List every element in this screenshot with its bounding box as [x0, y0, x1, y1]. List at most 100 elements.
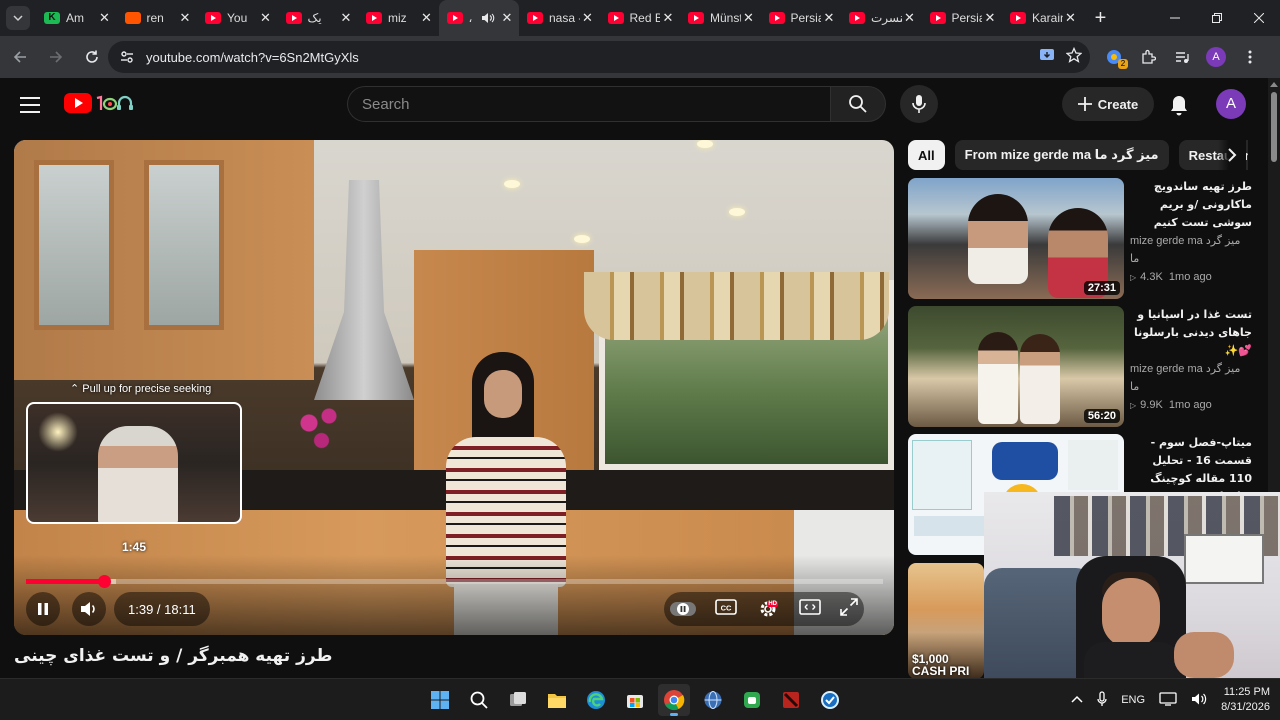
recommendation-title[interactable]: تست غذا در اسپانیا و جاهای دیدنی بارسلون… [1130, 306, 1252, 360]
site-info-button[interactable] [112, 49, 142, 65]
tab-close-icon[interactable]: ✕ [902, 10, 918, 26]
autoplay-toggle[interactable] [670, 602, 696, 616]
app-button-check[interactable] [814, 684, 846, 716]
tab-close-icon[interactable]: ✕ [177, 10, 193, 26]
tab-close-icon[interactable]: ✕ [258, 10, 274, 26]
tab-close-icon[interactable]: ✕ [982, 10, 998, 26]
app-button-red[interactable] [775, 684, 807, 716]
chrome-button[interactable] [658, 684, 690, 716]
edge-button[interactable] [580, 684, 612, 716]
channel-name[interactable]: mize gerde ma میز گرد ما [1130, 232, 1252, 268]
tab-close-icon[interactable]: ✕ [499, 10, 515, 26]
tab-close-icon[interactable]: ✕ [1063, 10, 1079, 26]
browser-tab[interactable]: ، ✕ [438, 0, 519, 36]
recommendation-item[interactable]: 56:20 تست غذا در اسپانیا و جاهای دیدنی ب… [908, 306, 1258, 428]
channel-name[interactable]: mize gerde ma میز گرد ما [1130, 360, 1252, 396]
network-button[interactable] [1159, 691, 1177, 709]
browser-tab[interactable]: Karaind✕ [1002, 0, 1083, 36]
create-button[interactable]: Create [1062, 87, 1154, 121]
microphone-tray-button[interactable] [1097, 690, 1107, 710]
volume-tray-button[interactable] [1191, 692, 1207, 709]
filter-chip[interactable]: From mize gerde ma میز گرد ما [954, 140, 1169, 170]
new-tab-button[interactable]: + [1087, 4, 1115, 32]
profile-button[interactable]: A [1202, 43, 1230, 71]
reload-button[interactable] [76, 41, 108, 73]
voice-search-button[interactable] [900, 85, 938, 123]
video-thumbnail[interactable]: $1,000 CASH PRI [908, 563, 984, 679]
chips-next-button[interactable] [1218, 140, 1246, 170]
notifications-button[interactable] [1164, 90, 1194, 120]
tab-close-icon[interactable]: ✕ [660, 10, 676, 26]
browser-tab[interactable]: Persian✕ [922, 0, 1003, 36]
taskbar-search-button[interactable] [463, 684, 495, 716]
browser-tab[interactable]: You ✕ [197, 0, 278, 36]
guide-menu-button[interactable] [18, 94, 42, 116]
browser-tab[interactable]: کنسرت✕ [841, 0, 922, 36]
browser-tab[interactable]: K Am ✕ [36, 0, 117, 36]
recommendation-title[interactable]: طرز تهیه ساندویچ ماکارونی /و بریم سوشی ت… [1130, 178, 1252, 232]
task-view-button[interactable] [502, 684, 534, 716]
start-button[interactable] [424, 684, 456, 716]
search-button[interactable] [830, 86, 886, 122]
forward-button[interactable] [40, 41, 72, 73]
store-button[interactable] [619, 684, 651, 716]
back-button[interactable] [4, 41, 36, 73]
pause-button[interactable] [26, 592, 60, 626]
closed-captions-icon: CC [715, 598, 737, 615]
tab-close-icon[interactable]: ✕ [741, 10, 757, 26]
clock[interactable]: 11:25 PM 8/31/2026 [1221, 685, 1270, 715]
tab-audio-playing-icon[interactable] [481, 12, 495, 24]
search-icon [470, 691, 488, 709]
app-button-globe[interactable] [697, 684, 729, 716]
browser-tab[interactable]: miz ✕ [358, 0, 439, 36]
extensions-menu-button[interactable] [1134, 43, 1162, 71]
theater-mode-button[interactable] [799, 598, 821, 620]
search-input[interactable] [348, 87, 830, 121]
mute-button[interactable] [72, 592, 106, 626]
video-thumbnail[interactable]: 56:20 [908, 306, 1124, 427]
browser-tab[interactable]: Persian✕ [761, 0, 842, 36]
minimize-button[interactable] [1154, 0, 1196, 36]
file-explorer-button[interactable] [541, 684, 573, 716]
install-app-icon[interactable] [1038, 46, 1056, 69]
hidden-icons-button[interactable] [1071, 694, 1083, 706]
address-bar[interactable]: youtube.com/watch?v=6Sn2MtGyXls [108, 41, 1090, 73]
scrubber-handle[interactable] [97, 575, 111, 588]
app-button-green[interactable] [736, 684, 768, 716]
account-avatar[interactable]: A [1216, 89, 1246, 119]
scrollbar-thumb[interactable] [1271, 92, 1277, 162]
recommendation-item[interactable]: 27:31 طرز تهیه ساندویچ ماکارونی /و بریم … [908, 178, 1258, 300]
tab-close-icon[interactable]: ✕ [97, 10, 113, 26]
task-view-icon [510, 692, 526, 706]
fullscreen-button[interactable] [840, 597, 858, 621]
browser-tab[interactable]: Red Bul✕ [600, 0, 681, 36]
browser-menu-button[interactable] [1236, 43, 1264, 71]
browser-tab[interactable]: ren ✕ [117, 0, 198, 36]
media-control-button[interactable] [1168, 43, 1196, 71]
settings-button[interactable]: HD [756, 598, 780, 620]
youtube-logo[interactable] [64, 92, 139, 114]
browser-tab[interactable]: Münste✕ [680, 0, 761, 36]
restore-button[interactable] [1196, 0, 1238, 36]
captions-button[interactable]: CC [715, 598, 737, 620]
video-thumbnail[interactable]: 27:31 [908, 178, 1124, 299]
extension-button[interactable]: 2 [1100, 43, 1128, 71]
video-player[interactable]: ⌃ Pull up for precise seeking 1:45 1:39 … [14, 140, 894, 635]
youtube-icon [929, 12, 946, 24]
tab-close-icon[interactable]: ✕ [580, 10, 596, 26]
url-text[interactable]: youtube.com/watch?v=6Sn2MtGyXls [146, 50, 359, 65]
tab-close-icon[interactable]: ✕ [419, 10, 435, 26]
windows-taskbar: ENG 11:25 PM 8/31/2026 [0, 678, 1280, 720]
close-window-button[interactable] [1238, 0, 1280, 36]
scroll-up-arrow-icon[interactable] [1270, 82, 1278, 87]
tab-close-icon[interactable]: ✕ [338, 10, 354, 26]
browser-tab[interactable]: nasa - Y✕ [519, 0, 600, 36]
bookmark-star-icon[interactable] [1065, 46, 1083, 68]
language-indicator[interactable]: ENG [1121, 694, 1145, 706]
progress-bar[interactable] [26, 575, 883, 588]
filter-chip[interactable]: All [908, 140, 945, 170]
time-text: 1:39 / 18:11 [128, 601, 196, 617]
browser-tab[interactable]: یک ✕ [278, 0, 359, 36]
tab-close-icon[interactable]: ✕ [821, 10, 837, 26]
tab-search-button[interactable] [6, 6, 30, 30]
